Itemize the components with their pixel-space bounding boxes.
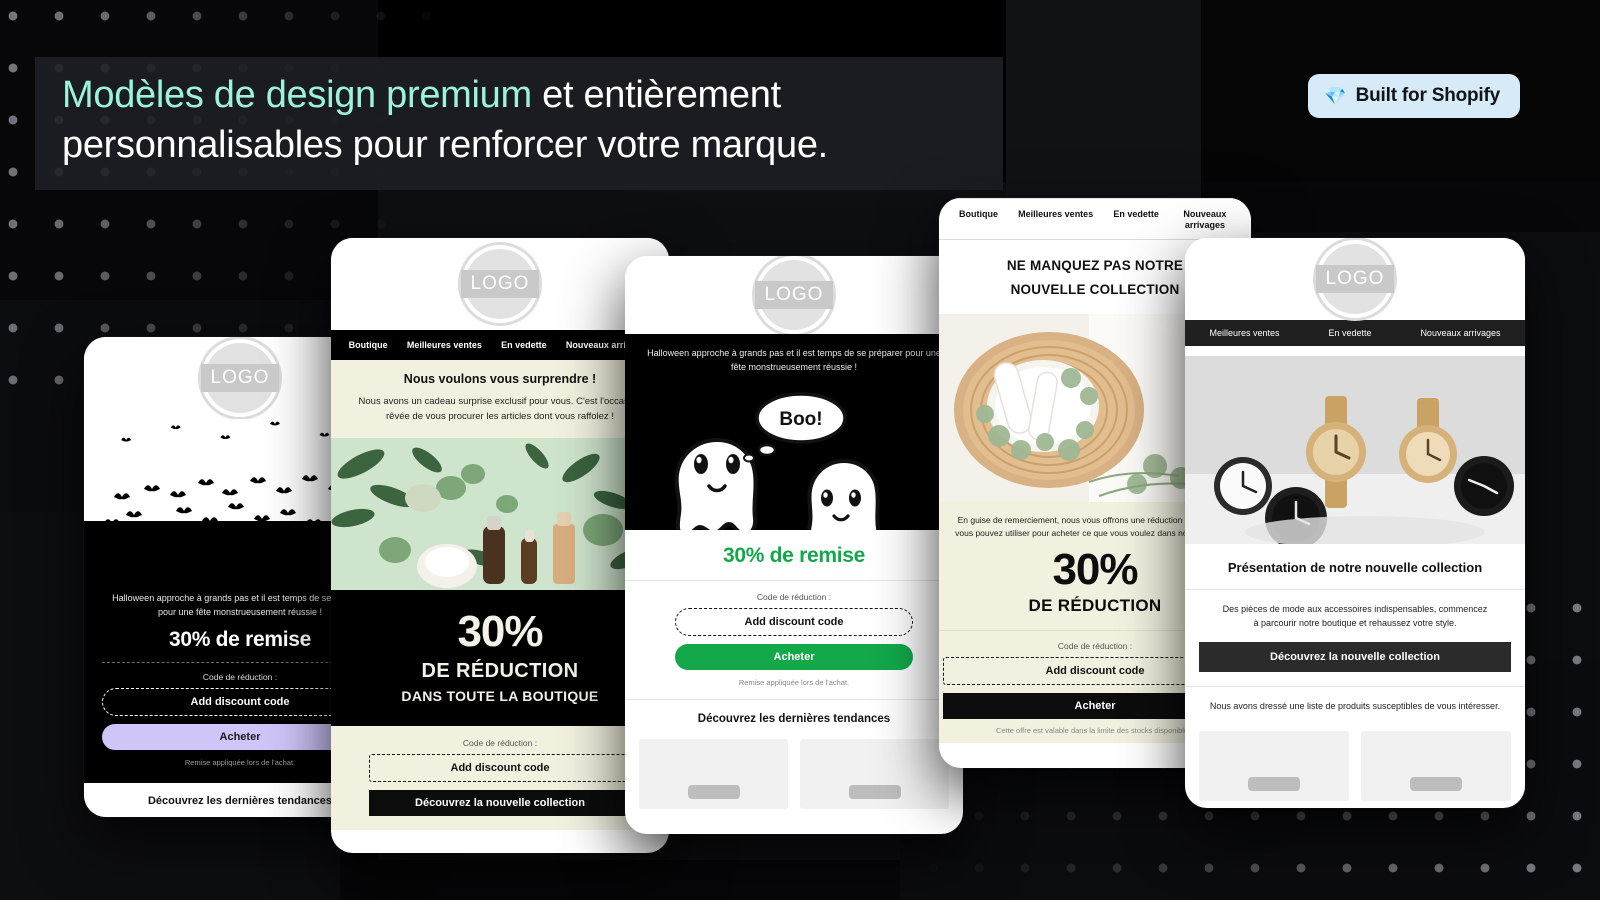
intro-text: Halloween approche à grands pas et il es…: [647, 348, 941, 372]
product-placeholder[interactable]: [800, 739, 949, 809]
logo-band: LOGO: [625, 256, 963, 337]
section-body: Nous avons un cadeau surprise exclusif p…: [358, 396, 642, 422]
recommendation-note: Nous avons dressé une liste de produits …: [1209, 701, 1501, 711]
built-for-shopify-badge[interactable]: 💎 Built for Shopify: [1308, 74, 1520, 118]
logo-placeholder-icon: LOGO: [752, 256, 836, 337]
nav-item-en-vedette[interactable]: En vedette: [1113, 209, 1159, 220]
nav-item-en-vedette[interactable]: En vedette: [1328, 328, 1371, 338]
nav-item-meilleures-ventes[interactable]: Meilleures ventes: [1018, 209, 1093, 220]
add-discount-code-button[interactable]: Add discount code: [675, 608, 913, 636]
logo-band: LOGO: [331, 238, 669, 330]
ghosts-illustration-icon: Boo!: [674, 392, 881, 530]
logo-placeholder-icon: LOGO: [198, 337, 282, 420]
logo-placeholder-icon: LOGO: [1313, 238, 1397, 321]
discover-collection-button[interactable]: Découvrez la nouvelle collection: [1199, 642, 1511, 672]
email-template-card-ghosts[interactable]: LOGO Halloween approche à grands pas et …: [625, 256, 963, 834]
logo-text: LOGO: [200, 364, 280, 392]
section-body: Des pièces de mode aux accessoires indis…: [1222, 604, 1488, 628]
logo-text: LOGO: [1315, 265, 1395, 293]
discount-section: Code de réduction : Add discount code Dé…: [331, 726, 669, 830]
navigation-bar: Boutique Meilleures ventes En vedette No…: [331, 330, 669, 360]
section-title: Présentation de notre nouvelle collectio…: [1227, 560, 1483, 575]
watches-photo: [1185, 356, 1525, 544]
logo-text: LOGO: [460, 270, 540, 298]
product-grid: [625, 729, 963, 819]
boo-text: Boo!: [779, 409, 822, 430]
offer-percentage: 30%: [457, 607, 543, 656]
email-template-card-watches[interactable]: LOGO Meilleures ventes En vedette Nouvea…: [1185, 238, 1525, 808]
buy-button[interactable]: Acheter: [675, 644, 913, 670]
nav-item-en-vedette[interactable]: En vedette: [501, 340, 547, 350]
hero-image-botanical: [331, 438, 669, 590]
hero-section: Halloween approche à grands pas et il es…: [625, 334, 963, 530]
nav-item-nouveaux-arrivages[interactable]: Nouveaux arrivages: [1420, 328, 1500, 338]
headline-accent-text: Modèles de design premium: [62, 74, 532, 116]
discover-collection-button[interactable]: Découvrez la nouvelle collection: [369, 790, 631, 816]
offer-subtitle: DE RÉDUCTION: [421, 660, 579, 682]
nav-item-meilleures-ventes[interactable]: Meilleures ventes: [1209, 328, 1279, 338]
product-placeholder[interactable]: [639, 739, 788, 809]
navigation-bar: Boutique Meilleures ventes En vedette No…: [939, 198, 1251, 240]
nav-item-boutique[interactable]: Boutique: [349, 340, 388, 350]
section-title: Nous voulons vous surprendre !: [403, 372, 597, 386]
nav-item-nouveaux-arrivages[interactable]: Nouveaux arrivages: [1179, 209, 1231, 231]
nav-item-boutique[interactable]: Boutique: [959, 209, 998, 220]
code-label: Code de réduction :: [462, 738, 538, 748]
hero-image-watches: [1185, 356, 1525, 544]
offer-scope: DANS TOUTE LA BOUTIQUE: [401, 688, 599, 704]
logo-placeholder-icon: LOGO: [458, 242, 542, 326]
nav-item-meilleures-ventes[interactable]: Meilleures ventes: [407, 340, 482, 350]
discount-headline: 30% de remise: [722, 544, 866, 567]
product-grid: [1185, 721, 1525, 808]
logo-band: LOGO: [1185, 238, 1525, 321]
fineprint: Remise appliquée lors de l'achat.: [738, 678, 850, 687]
navigation-bar: Meilleures ventes En vedette Nouveaux ar…: [1185, 320, 1525, 346]
email-template-card-botanical[interactable]: LOGO Boutique Meilleures ventes En vedet…: [331, 238, 669, 853]
code-label: Code de réduction :: [756, 592, 832, 602]
intro-section: Nous voulons vous surprendre ! Nous avon…: [331, 360, 669, 438]
botanical-photo: [331, 438, 669, 590]
discount-section: Code de réduction : Add discount code Ac…: [625, 581, 963, 699]
product-placeholder[interactable]: [1199, 731, 1349, 801]
product-placeholder[interactable]: [1361, 731, 1511, 801]
diamond-icon: 💎: [1324, 86, 1347, 106]
badge-label: Built for Shopify: [1355, 85, 1501, 106]
footer-title: Découvrez les dernières tendances: [697, 713, 891, 725]
offer-section: 30% DE RÉDUCTION DANS TOUTE LA BOUTIQUE: [331, 590, 669, 726]
page-title: Modèles de design premium et entièrement…: [62, 70, 992, 170]
logo-text: LOGO: [754, 281, 834, 309]
add-discount-code-button[interactable]: Add discount code: [369, 754, 631, 782]
